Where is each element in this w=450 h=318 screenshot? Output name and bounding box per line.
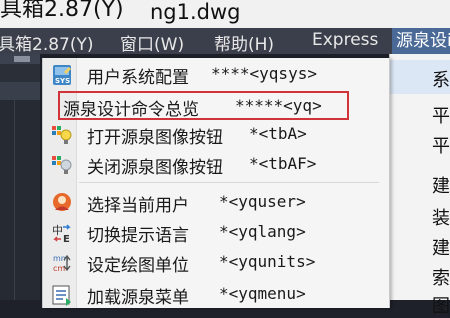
menu-item-label: 打开源泉图像按钮: [87, 128, 223, 148]
menu-item-command: ****<yqsys>: [211, 64, 317, 83]
menu-help[interactable]: 帮助(H): [214, 30, 274, 55]
submenu-item[interactable]: 建: [432, 172, 450, 198]
language-switch-icon: 中 E: [52, 224, 71, 244]
window-title: ng1.dwg: [150, 0, 241, 24]
menu-item-user-config[interactable]: SYS 用户系统配置 ****<yqsys>: [43, 60, 389, 90]
menu-bar: 具箱2.87(Y) 窗口(W) 帮助(H) Express 源泉设i: [0, 28, 450, 55]
menu-item-open-image-buttons[interactable]: 打开源泉图像按钮 *<tbA>: [43, 120, 389, 150]
menu-item-select-user[interactable]: 选择当前用户 *<yquser>: [43, 188, 389, 218]
annotation-highlight-box: [58, 91, 349, 120]
divider: [14, 100, 15, 300]
menu-item-label: 用户系统配置: [87, 68, 189, 88]
user-icon: [53, 193, 71, 211]
menu-item-label: 设定绘图单位: [87, 256, 189, 276]
svg-text:中: 中: [52, 224, 63, 237]
drawing-area[interactable]: [0, 100, 40, 300]
menu-item-command: *<yquser>: [219, 192, 306, 211]
menu-item-command: *<tbA>: [249, 124, 307, 143]
menu-item-command: *<tbAF>: [249, 154, 317, 173]
menu-item-load-menu[interactable]: 加载源泉菜单 *<yqmenu>: [43, 280, 389, 310]
bulb-off-icon: [52, 156, 72, 174]
menu-toolbox[interactable]: 具箱2.87(Y): [0, 30, 94, 55]
menu-item-label: 切换提示语言: [87, 226, 189, 246]
svg-text:SYS: SYS: [55, 77, 70, 85]
submenu-item[interactable]: 平: [432, 102, 450, 128]
ribbon-strip: [0, 54, 40, 64]
submenu-item[interactable]: 平: [432, 132, 450, 158]
menu-yuanquan[interactable]: 源泉设i: [392, 28, 450, 54]
svg-text:E: E: [63, 234, 70, 244]
submenu-item[interactable]: 索: [432, 264, 450, 290]
title-left-fragment: 具箱2.87(Y): [0, 0, 124, 22]
menu-item-label: 加载源泉菜单: [87, 288, 189, 308]
submenu-strip: 系 平 平 建 装 建 索 图: [389, 54, 450, 317]
svg-text:cm: cm: [53, 264, 65, 273]
menu-separator: [79, 182, 379, 183]
submenu-item[interactable]: 建: [432, 234, 450, 260]
load-menu-icon: [52, 285, 71, 306]
menu-item-label: 选择当前用户: [87, 196, 189, 216]
menu-item-command: *<yqunits>: [219, 252, 316, 271]
menu-express[interactable]: Express: [312, 30, 378, 50]
menu-item-close-image-buttons[interactable]: 关闭源泉图像按钮 *<tbAF>: [43, 150, 389, 180]
units-icon: mm cm: [53, 254, 71, 273]
bulb-on-icon: [52, 126, 72, 144]
submenu-item[interactable]: 装: [432, 204, 450, 230]
ribbon-handle[interactable]: [14, 56, 30, 62]
submenu-item[interactable]: 图: [432, 292, 450, 318]
submenu-item[interactable]: 系: [432, 66, 450, 92]
title-bar: 具箱2.87(Y) ng1.dwg: [0, 0, 450, 28]
sys-config-icon: SYS: [53, 65, 71, 85]
menu-item-switch-language[interactable]: 中 E 切换提示语言 *<yqlang>: [43, 218, 389, 248]
menu-item-set-units[interactable]: mm cm 设定绘图单位 *<yqunits>: [43, 248, 389, 278]
menu-item-label: 关闭源泉图像按钮: [87, 158, 223, 178]
menu-item-command: *<yqlang>: [219, 222, 306, 241]
side-tab[interactable]: [0, 82, 40, 100]
menu-window[interactable]: 窗口(W): [120, 30, 184, 55]
menu-item-command: *<yqmenu>: [219, 284, 306, 303]
